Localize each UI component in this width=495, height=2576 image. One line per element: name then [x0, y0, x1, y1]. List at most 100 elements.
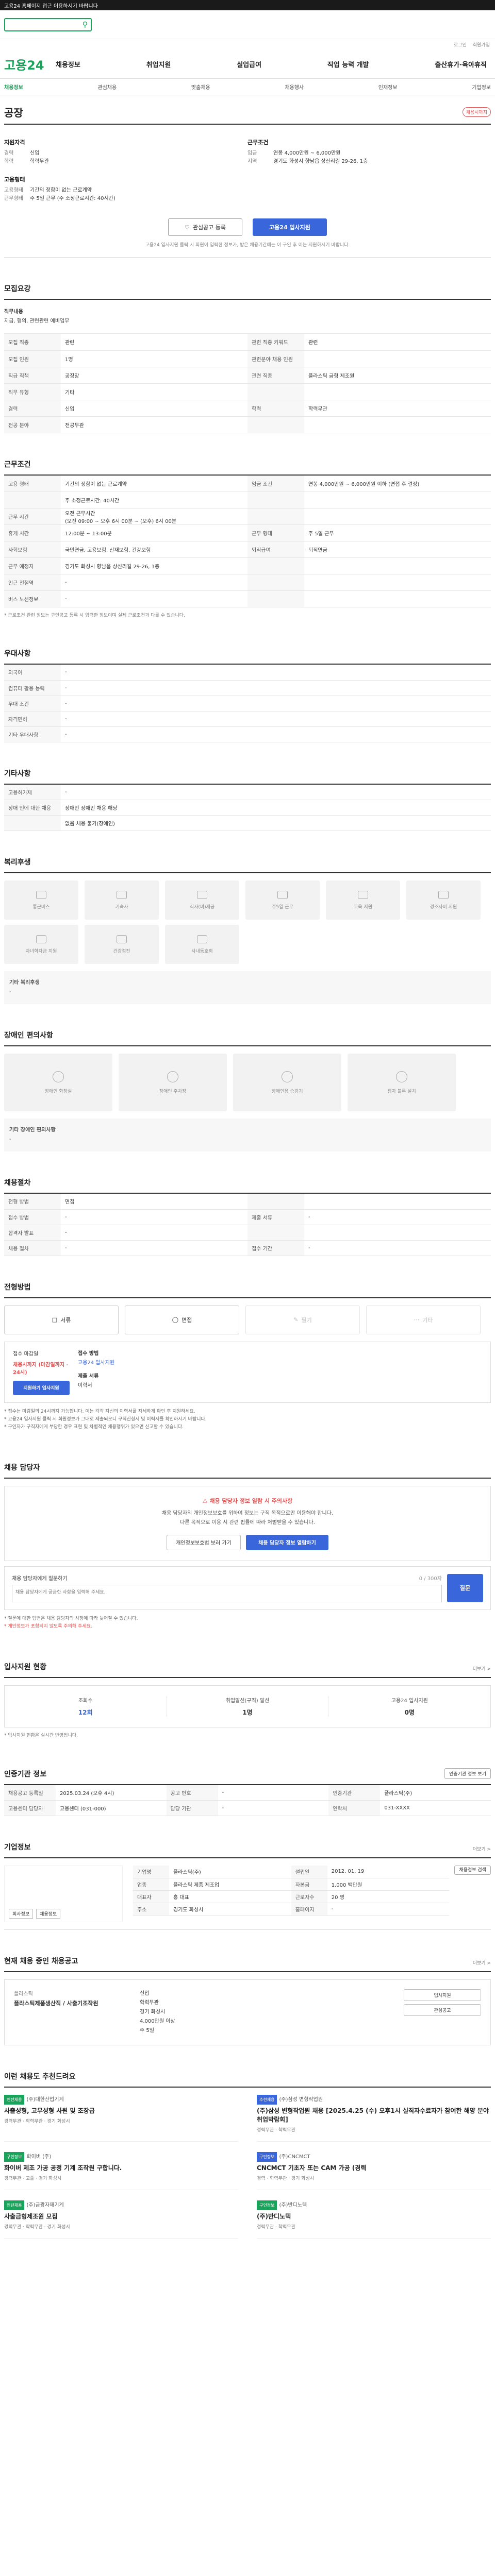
privacy-law-button[interactable]: 개인정보보호법 보러 가기 — [167, 1534, 241, 1550]
recommended-job-card[interactable]: 인턴채용 (주)금광자재기계 사출금형제조원 모집 경력무관 · 학력무관 · 경기 … — [4, 2200, 238, 2239]
signup-link[interactable]: 회원가입 — [473, 41, 490, 48]
company-more-link[interactable]: 더보기 > — [473, 1845, 491, 1852]
recommended-job-card[interactable]: 구인정보 (주)CNCMCT CNCMCT 기초자 또는 CAM 가공 (경력 경력 … — [257, 2152, 491, 2190]
table-header-cell: 연락처 — [328, 1800, 381, 1816]
table-cell: - — [61, 574, 248, 591]
apply-button[interactable]: 고용24 입사지원 — [253, 218, 327, 236]
question-input[interactable] — [12, 1584, 442, 1602]
table-header-cell — [4, 815, 61, 831]
table-header-cell: 합격자 발표 — [4, 1225, 61, 1241]
recommended-job-card[interactable]: 인턴채용 (주)대한산업기계 사출성형, 고무성형 사원 및 조장급 경력무관 · 학… — [4, 2095, 238, 2142]
lnb-item-company[interactable]: 기업정보 — [472, 83, 491, 91]
current-job-interest-button[interactable]: 관심공고 — [404, 2004, 481, 2016]
table-cell: 공장장 — [61, 367, 248, 384]
current-job-meta: 4,000만원 이상 — [140, 2019, 175, 2024]
apply-notice: 고용24 입사지원 클릭 시 회원이 입력한 정보가, 받은 채용기간에는 이 … — [4, 241, 491, 258]
table-row: 우대 조건 - — [4, 696, 491, 711]
gnb-item-unemployment-benefit[interactable]: 실업급여 — [237, 59, 261, 69]
contact-section: 채용 담당자 ⚠ 채용 담당자 정보 열람 시 주의사항 채용 담당자의 개인정… — [4, 1436, 491, 1636]
job-title[interactable]: (주)삼성 변형작업원 채용 [2025.4.25 (수) 오후1시 실직자수료… — [257, 2107, 491, 2124]
other-title: 기타사항 — [4, 768, 491, 785]
apply-bullets: * 접수는 마감일의 24시까지 가능합니다. 이는 각각 자신의 이력서를 자… — [4, 1403, 491, 1436]
table-cell: 오전 근무시간 (오전 09:00 ~ 오후 6시 00분 ~ (오후) 6시 … — [61, 508, 248, 525]
search-input[interactable]: ⚲ — [4, 18, 92, 31]
table-header-cell: 기타 우대사항 — [4, 726, 61, 742]
table-header-cell — [248, 1225, 304, 1241]
table-cell: - — [61, 1240, 248, 1256]
job-tag: 구인정보 — [257, 2152, 277, 2162]
login-link[interactable]: 로그인 — [454, 41, 467, 48]
lnb-item-interest[interactable]: 관심채용 — [97, 83, 117, 91]
table-cell: 관련 — [304, 334, 491, 351]
method-title: 전형방법 — [4, 1282, 491, 1298]
disabled-grid: 장애인 화장실 장애인 주차장 장애인용 승강기 점자 블록 설치 — [4, 1046, 491, 1118]
lnb-item-custom[interactable]: 맞춤채용 — [191, 83, 210, 91]
current-jobs-section: 현재 채용 중인 채용공고 더보기 > 플라스틱 플라스틱제품생산직 / 사출기… — [4, 1930, 491, 2045]
apply-box-button[interactable]: 지원하기 입사지원 — [13, 1380, 70, 1395]
table-cell: 20 명 — [327, 1890, 450, 1903]
company-jobs-button[interactable]: 채용정보 — [36, 1909, 61, 1919]
bullet-text: * 고용24 입사지원 클릭 시 회원정보가 그대로 제출되오니 구직신청서 및… — [4, 1416, 207, 1422]
recommended-job-card[interactable]: 구인정보 (주)반디노텍 (주)반디노텍 경력무관 · 학력무관 — [257, 2200, 491, 2239]
stat-value: 0명 — [404, 1708, 415, 1716]
current-job-card[interactable]: 플라스틱 플라스틱제품생산직 / 사출기조작원 신입 학력무관 경기 화성시 4… — [4, 1979, 491, 2045]
table-header-cell: 대표자 — [133, 1890, 169, 1903]
table-header-cell: 기업명 — [133, 1866, 169, 1878]
preference-section: 우대사항 외국어 - 컴퓨터 활용 능력 - 우대 조건 - 자격면허 - 기타 우대사항 - — [4, 622, 491, 742]
table-header-cell: 사회보험 — [4, 541, 61, 558]
search-icon[interactable]: ⚲ — [82, 21, 88, 29]
table-header-cell: 접수 방법 — [4, 1209, 61, 1225]
table-cell: 1,000 백만원 — [327, 1878, 450, 1891]
company-info-button[interactable]: 회사정보 — [9, 1909, 34, 1919]
welfare-card: 사내동호회 — [165, 925, 239, 964]
gnb-item-employment-support[interactable]: 취업지원 — [146, 59, 171, 69]
table-header-cell — [248, 492, 304, 509]
job-title[interactable]: 화이버 제조 가공 공정 기계 조작원 구합니다. — [4, 2164, 238, 2173]
summary-value: 주 5일 근무 (주 소정근로시간: 40시간) — [30, 196, 116, 201]
welfare-label: 기숙사 — [115, 904, 128, 910]
summary-value: 신입 — [30, 150, 40, 156]
registration-section: 인증기관 정보 인증기관 정보 보기 채용공고 등록일 2025.03.24 (오… — [4, 1742, 491, 1816]
interest-button[interactable]: ♡ 관심공고 등록 — [168, 218, 242, 236]
gnb-item-leave[interactable]: 출산휴가·육아휴직 — [435, 59, 487, 69]
job-search-button[interactable]: 채용정보 검색 — [454, 1866, 491, 1875]
gnb-item-training[interactable]: 직업 능력 개발 — [327, 59, 369, 69]
lnb-item-jobs[interactable]: 채용정보 — [4, 83, 23, 91]
registration-title: 인증기관 정보 — [4, 1770, 47, 1778]
recommended-job-card[interactable]: 구인정보 화이버 (주) 화이버 제조 가공 공정 기계 조작원 구합니다. 경력무관… — [4, 2152, 238, 2190]
table-cell: 없음 채용 불가(장애인) — [61, 815, 491, 831]
welfare-card: 통근버스 — [4, 880, 78, 920]
screening-section: 채용절차 전형 방법 면접 접수 방법 - 제출 서류 - 합격자 발표 - 채용 절차 - 접수 … — [4, 1151, 491, 1256]
site-logo[interactable]: 고용24 — [4, 55, 56, 73]
job-meta: 경력 · 학력무관 · 경기 화성시 — [257, 2176, 315, 2181]
question-counter: 0 / 300자 — [419, 1575, 442, 1582]
job-tag: 인턴채용 — [4, 2200, 25, 2210]
status-more-link[interactable]: 더보기 > — [473, 1665, 491, 1672]
status-section: 입사지원 현황 더보기 > 조회수 12회 취업알선(구직) 알선 1명 고용24 … — [4, 1636, 491, 1742]
table-header-cell: 근무 형태 — [248, 524, 304, 541]
table-cell: - — [61, 1209, 248, 1225]
table-cell: - — [304, 1209, 491, 1225]
lnb-item-talent[interactable]: 인재정보 — [378, 83, 398, 91]
recruit-title: 모집요강 — [4, 283, 491, 300]
registration-button[interactable]: 인증기관 정보 보기 — [444, 1768, 491, 1779]
gnb-item-jobs[interactable]: 채용정보 — [56, 59, 80, 69]
table-header-cell: 버스 노선정보 — [4, 590, 61, 607]
table-header-cell: 경력 — [4, 400, 61, 417]
benefit-icon — [358, 890, 368, 899]
current-jobs-more-link[interactable]: 더보기 > — [473, 1959, 491, 1966]
table-cell: 홍 대표 — [169, 1890, 291, 1903]
lnb-item-events[interactable]: 채용행사 — [285, 83, 304, 91]
current-job-title[interactable]: 플라스틱제품생산직 / 사출기조작원 — [14, 1999, 133, 2007]
current-job-apply-button[interactable]: 입사지원 — [404, 1989, 481, 2001]
job-title[interactable]: (주)반디노텍 — [257, 2212, 491, 2221]
job-title[interactable]: 사출성형, 고무성형 사원 및 조장급 — [4, 2107, 238, 2115]
view-contact-button[interactable]: 채용 담당자 정보 열람하기 — [246, 1534, 328, 1550]
table-row: 사회보험 국민연금, 고용보험, 산재보험, 건강보험 퇴직급여 퇴직연금 — [4, 541, 491, 558]
recommended-job-card[interactable]: 추천채용 (주)삼성 변형작업원 (주)삼성 변형작업원 채용 [2025.4.25… — [257, 2095, 491, 2142]
table-cell — [304, 508, 491, 525]
job-title[interactable]: CNCMCT 기초자 또는 CAM 가공 (경력 — [257, 2164, 491, 2173]
job-title[interactable]: 사출금형제조원 모집 — [4, 2212, 238, 2221]
summary-key: 고용형태 — [4, 188, 23, 193]
question-submit-button[interactable]: 질문 — [447, 1573, 483, 1602]
